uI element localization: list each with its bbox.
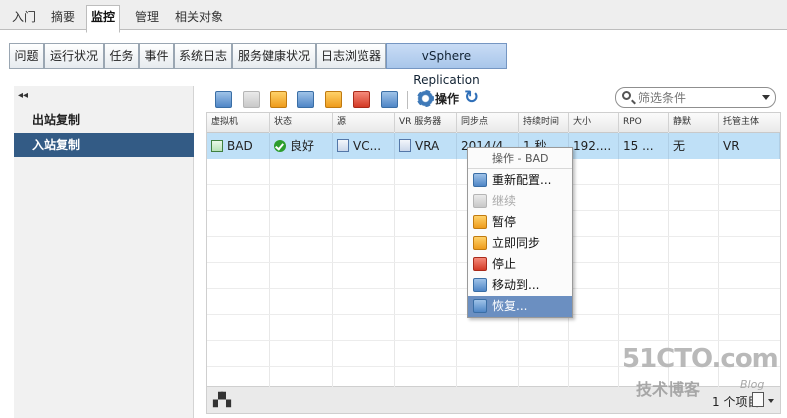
column-sync-point[interactable]: 同步点 <box>457 113 519 132</box>
actions-menu-button[interactable]: 操作 <box>435 89 459 109</box>
cell-vm: BAD <box>207 133 270 159</box>
subtab-issues[interactable]: 问题 <box>9 43 44 69</box>
watermark-blog: Blog <box>740 378 765 391</box>
cell-managed-by: VR <box>719 133 780 159</box>
top-tab-bar: 入门 摘要 监控 管理 相关对象 <box>0 0 787 33</box>
menu-item-label: 恢复... <box>492 299 528 313</box>
context-menu: 操作 - BAD 重新配置... 继续 暂停 立即同步 停止 移动到... 恢复… <box>467 147 573 318</box>
cell-size: 192.... <box>569 133 619 159</box>
menu-item-label: 移动到... <box>492 278 540 292</box>
menu-item-label: 立即同步 <box>492 236 541 250</box>
context-menu-title: 操作 - BAD <box>468 148 572 169</box>
column-status[interactable]: 状态 <box>270 113 333 132</box>
nav-item-incoming-replication[interactable]: 入站复制 <box>14 133 194 157</box>
filter-box <box>615 87 776 108</box>
vcenter-icon <box>337 139 349 152</box>
table-header: 虚拟机 状态 源 VR 服务器 同步点 持续时间 大小 RPO 静默 托管主体 <box>207 113 780 133</box>
collapse-panel-icon[interactable]: ◂◂ <box>18 90 28 101</box>
column-duration[interactable]: 持续时间 <box>519 113 569 132</box>
subtab-tasks[interactable]: 任务 <box>104 43 139 69</box>
column-size[interactable]: 大小 <box>569 113 619 132</box>
menu-item-sync-now[interactable]: 立即同步 <box>468 233 572 254</box>
toolbar-separator <box>407 91 408 109</box>
column-source[interactable]: 源 <box>333 113 395 132</box>
tab-getting-started[interactable]: 入门 <box>8 6 40 30</box>
filter-input[interactable] <box>638 89 756 106</box>
subtab-events[interactable]: 事件 <box>139 43 174 69</box>
menu-item-label: 重新配置... <box>492 173 552 187</box>
cell-quiesce: 无 <box>669 133 719 159</box>
sync-now-icon <box>473 236 487 250</box>
cell-vr-server: VRA <box>395 133 457 159</box>
move-to-icon[interactable] <box>381 91 398 108</box>
reconfigure-icon <box>473 173 487 187</box>
vr-server-icon <box>399 139 411 152</box>
refresh-icon[interactable]: ↻ <box>464 89 479 107</box>
subtab-log-browser[interactable]: 日志浏览器 <box>316 43 386 69</box>
menu-item-recover[interactable]: 恢复... <box>468 296 572 317</box>
subtab-system-logs[interactable]: 系统日志 <box>174 43 232 69</box>
cell-vr-server-text: VRA <box>415 139 440 153</box>
tab-summary[interactable]: 摘要 <box>47 6 79 30</box>
menu-item-move-to[interactable]: 移动到... <box>468 275 572 296</box>
refresh-sync-icon[interactable] <box>325 91 342 108</box>
vm-icon <box>211 140 223 152</box>
menu-item-label: 继续 <box>492 194 517 208</box>
nav-item-outgoing-replication[interactable]: 出站复制 <box>14 108 194 132</box>
column-managed-by[interactable]: 托管主体 <box>719 113 780 132</box>
move-to-icon <box>473 278 487 292</box>
tab-related-objects[interactable]: 相关对象 <box>171 6 227 30</box>
menu-item-resume[interactable]: 继续 <box>468 191 572 212</box>
column-quiesce[interactable]: 静默 <box>669 113 719 132</box>
resume-icon <box>473 194 487 208</box>
cell-rpo: 15 ... <box>619 133 669 159</box>
column-rpo[interactable]: RPO <box>619 113 669 132</box>
menu-item-reconfigure[interactable]: 重新配置... <box>468 170 572 191</box>
chevron-down-icon[interactable] <box>762 95 770 100</box>
menu-item-pause[interactable]: 暂停 <box>468 212 572 233</box>
watermark-main: 51CTO.com <box>622 344 779 374</box>
tab-manage[interactable]: 管理 <box>131 6 163 30</box>
empty-row <box>207 315 780 341</box>
pause-icon <box>473 215 487 229</box>
sync-now-icon[interactable] <box>297 91 314 108</box>
menu-item-label: 暂停 <box>492 215 517 229</box>
subtab-vsphere-replication[interactable]: vSphere Replication <box>386 43 507 87</box>
recover-icon <box>473 299 487 313</box>
status-ok-icon <box>274 140 286 152</box>
cell-source-text: VC... <box>353 139 382 153</box>
column-vm[interactable]: 虚拟机 <box>207 113 270 132</box>
reconfigure-icon[interactable] <box>215 91 232 108</box>
cell-status: 良好 <box>270 133 333 159</box>
binoculars-icon[interactable]: ▞▚ <box>213 393 231 408</box>
stop-icon[interactable] <box>353 91 370 108</box>
column-vr-server[interactable]: VR 服务器 <box>395 113 457 132</box>
search-icon <box>622 91 631 100</box>
tab-monitor[interactable]: 监控 <box>86 5 121 33</box>
pause-icon[interactable] <box>270 91 287 108</box>
gear-icon[interactable] <box>417 90 434 107</box>
menu-item-label: 停止 <box>492 257 517 271</box>
menu-item-stop[interactable]: 停止 <box>468 254 572 275</box>
subtab-health-status[interactable]: 运行状况 <box>44 43 104 69</box>
watermark: 51CTO.com 技术博客 Blog <box>622 344 782 404</box>
resume-icon[interactable] <box>243 91 260 108</box>
watermark-sub: 技术博客 <box>636 380 701 399</box>
cell-vm-text: BAD <box>227 139 253 153</box>
cell-source: VC... <box>333 133 395 159</box>
stop-icon <box>473 257 487 271</box>
cell-status-text: 良好 <box>290 139 315 153</box>
subtab-service-health[interactable]: 服务健康状况 <box>232 43 316 69</box>
